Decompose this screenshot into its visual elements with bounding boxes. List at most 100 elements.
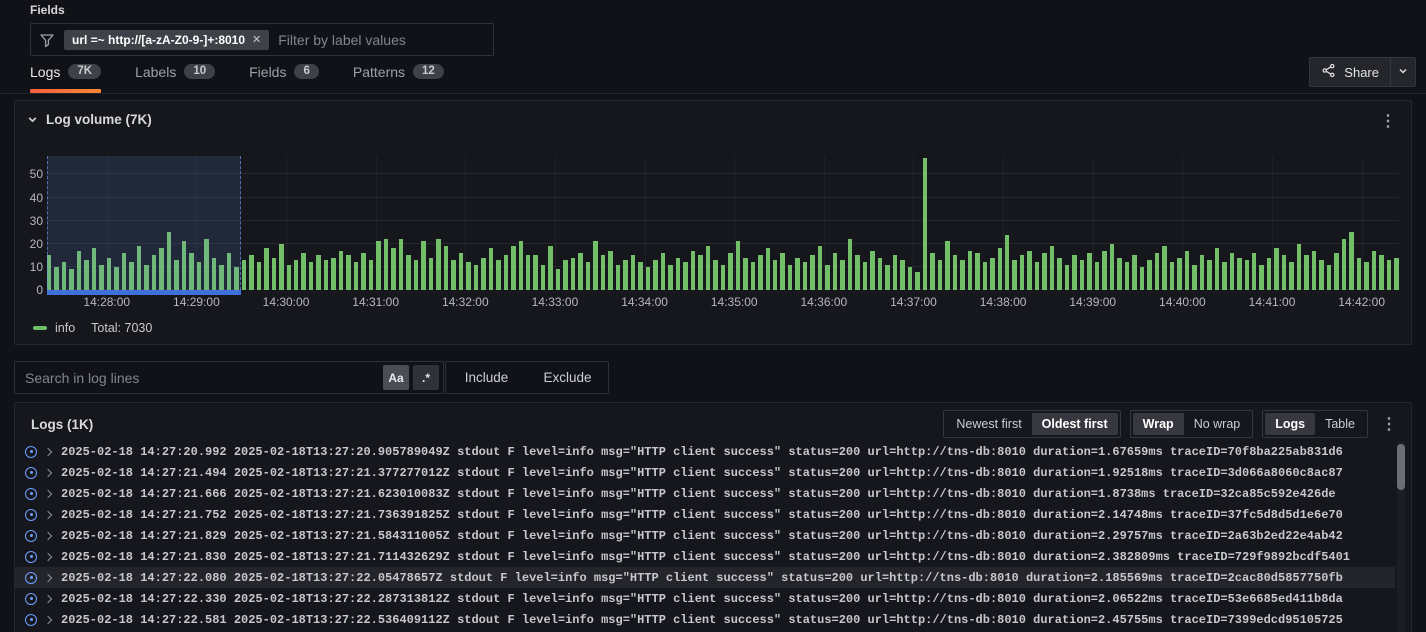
log-row[interactable]: 2025-02-18 14:27:21.830 2025-02-18T13:27… — [15, 546, 1395, 567]
log-row[interactable]: 2025-02-18 14:27:22.581 2025-02-18T13:27… — [15, 609, 1395, 630]
bar — [646, 267, 650, 290]
log-line-menu-icon[interactable] — [25, 593, 37, 605]
tab-patterns[interactable]: Patterns12 — [353, 60, 444, 93]
bar — [1267, 258, 1271, 290]
bar — [526, 255, 530, 290]
expand-chevron-icon[interactable] — [44, 468, 52, 476]
label-filter-input[interactable]: url =~ http://[a-zA-Z0-9-]+:8010 ✕ Filte… — [30, 23, 494, 56]
exclude-button[interactable]: Exclude — [527, 362, 608, 393]
bar — [1289, 262, 1293, 290]
log-row[interactable]: 2025-02-18 14:27:21.494 2025-02-18T13:27… — [15, 462, 1395, 483]
close-icon[interactable]: ✕ — [252, 33, 261, 46]
log-line-menu-icon[interactable] — [25, 509, 37, 521]
bar — [810, 255, 814, 290]
regex-button[interactable]: .* — [413, 365, 439, 390]
bar — [863, 262, 867, 290]
x-axis-tick: 14:29:00 — [173, 295, 220, 309]
tab-logs[interactable]: Logs7K — [30, 60, 101, 93]
bar — [638, 262, 642, 290]
tab-labels[interactable]: Labels10 — [135, 60, 215, 93]
log-row[interactable]: 2025-02-18 14:27:21.752 2025-02-18T13:27… — [15, 504, 1395, 525]
log-line-menu-icon[interactable] — [25, 551, 37, 563]
tab-bar: Logs7K Labels10 Fields6 Patterns12 — [30, 60, 444, 93]
wrap-toggle: WrapNo wrap — [1130, 410, 1254, 438]
collapse-chevron-icon[interactable] — [27, 114, 38, 125]
toggle-option-table[interactable]: Table — [1315, 413, 1365, 435]
bar — [1245, 260, 1249, 290]
bar — [399, 239, 403, 290]
search-input[interactable] — [25, 370, 379, 386]
bar — [1349, 232, 1353, 290]
expand-chevron-icon[interactable] — [44, 552, 52, 560]
log-row[interactable]: 2025-02-18 14:27:20.992 2025-02-18T13:27… — [15, 441, 1395, 462]
expand-chevron-icon[interactable] — [44, 510, 52, 518]
bar — [1057, 258, 1061, 290]
bar — [1072, 255, 1076, 290]
share-icon — [1321, 63, 1336, 81]
toggle-option-logs[interactable]: Logs — [1265, 413, 1315, 435]
bar — [1110, 244, 1114, 290]
bar — [316, 255, 320, 290]
bar — [414, 260, 418, 290]
tab-fields[interactable]: Fields6 — [249, 60, 319, 93]
bar — [384, 239, 388, 290]
log-rows-list: 2025-02-18 14:27:20.992 2025-02-18T13:27… — [15, 441, 1395, 632]
bar — [264, 248, 268, 290]
log-line-text: 2025-02-18 14:27:21.666 2025-02-18T13:27… — [61, 487, 1336, 501]
share-button[interactable]: Share — [1309, 57, 1416, 87]
bar — [848, 239, 852, 290]
bar — [736, 241, 740, 290]
bar — [676, 258, 680, 290]
filter-chip[interactable]: url =~ http://[a-zA-Z0-9-]+:8010 ✕ — [64, 30, 269, 50]
include-button[interactable]: Include — [446, 362, 527, 393]
log-row[interactable]: 2025-02-18 14:27:22.080 2025-02-18T13:27… — [15, 567, 1395, 588]
bar — [444, 246, 448, 290]
time-selection-region[interactable] — [47, 156, 241, 290]
bar — [466, 262, 470, 290]
expand-chevron-icon[interactable] — [44, 531, 52, 539]
x-axis-tick: 14:31:00 — [352, 295, 399, 309]
panel-menu-kebab-icon[interactable]: ⋮ — [1375, 112, 1401, 132]
tab-count-badge: 6 — [294, 64, 318, 80]
bar — [661, 253, 665, 290]
log-line-menu-icon[interactable] — [25, 467, 37, 479]
share-button-main[interactable]: Share — [1310, 58, 1390, 86]
bar — [1020, 255, 1024, 290]
log-line-menu-icon[interactable] — [25, 446, 37, 458]
legend-series-label[interactable]: info — [55, 321, 75, 335]
log-line-menu-icon[interactable] — [25, 614, 37, 626]
expand-chevron-icon[interactable] — [44, 573, 52, 581]
expand-chevron-icon[interactable] — [44, 594, 52, 602]
bar — [1215, 248, 1219, 290]
bar — [990, 258, 994, 290]
toggle-option-no-wrap[interactable]: No wrap — [1184, 413, 1251, 435]
log-volume-plot[interactable] — [47, 156, 1399, 290]
expand-chevron-icon[interactable] — [44, 489, 52, 497]
match-case-button[interactable]: Aa — [383, 365, 409, 390]
y-axis-tick: 0 — [36, 283, 43, 297]
bar — [1042, 253, 1046, 290]
filter-funnel-icon — [39, 32, 55, 48]
log-row[interactable]: 2025-02-18 14:27:21.666 2025-02-18T13:27… — [15, 483, 1395, 504]
logs-menu-kebab-icon[interactable]: ⋮ — [1377, 414, 1401, 434]
log-line-menu-icon[interactable] — [25, 488, 37, 500]
bar — [608, 251, 612, 290]
log-line-menu-icon[interactable] — [25, 530, 37, 542]
expand-chevron-icon[interactable] — [44, 447, 52, 455]
share-dropdown-button[interactable] — [1391, 58, 1415, 86]
bar — [683, 262, 687, 290]
filter-chip-label: url =~ http://[a-zA-Z0-9-]+:8010 — [72, 33, 245, 47]
bar — [331, 258, 335, 290]
toggle-option-wrap[interactable]: Wrap — [1133, 413, 1184, 435]
bar — [818, 246, 822, 290]
bar — [1027, 251, 1031, 290]
log-row[interactable]: 2025-02-18 14:27:22.330 2025-02-18T13:27… — [15, 588, 1395, 609]
log-row[interactable]: 2025-02-18 14:27:21.829 2025-02-18T13:27… — [15, 525, 1395, 546]
toggle-option-oldest-first[interactable]: Oldest first — [1032, 413, 1118, 435]
expand-chevron-icon[interactable] — [44, 615, 52, 623]
scrollbar-thumb[interactable] — [1397, 444, 1405, 490]
bar — [1372, 251, 1376, 290]
log-line-menu-icon[interactable] — [25, 572, 37, 584]
bar — [1102, 251, 1106, 290]
toggle-option-newest-first[interactable]: Newest first — [946, 413, 1031, 435]
